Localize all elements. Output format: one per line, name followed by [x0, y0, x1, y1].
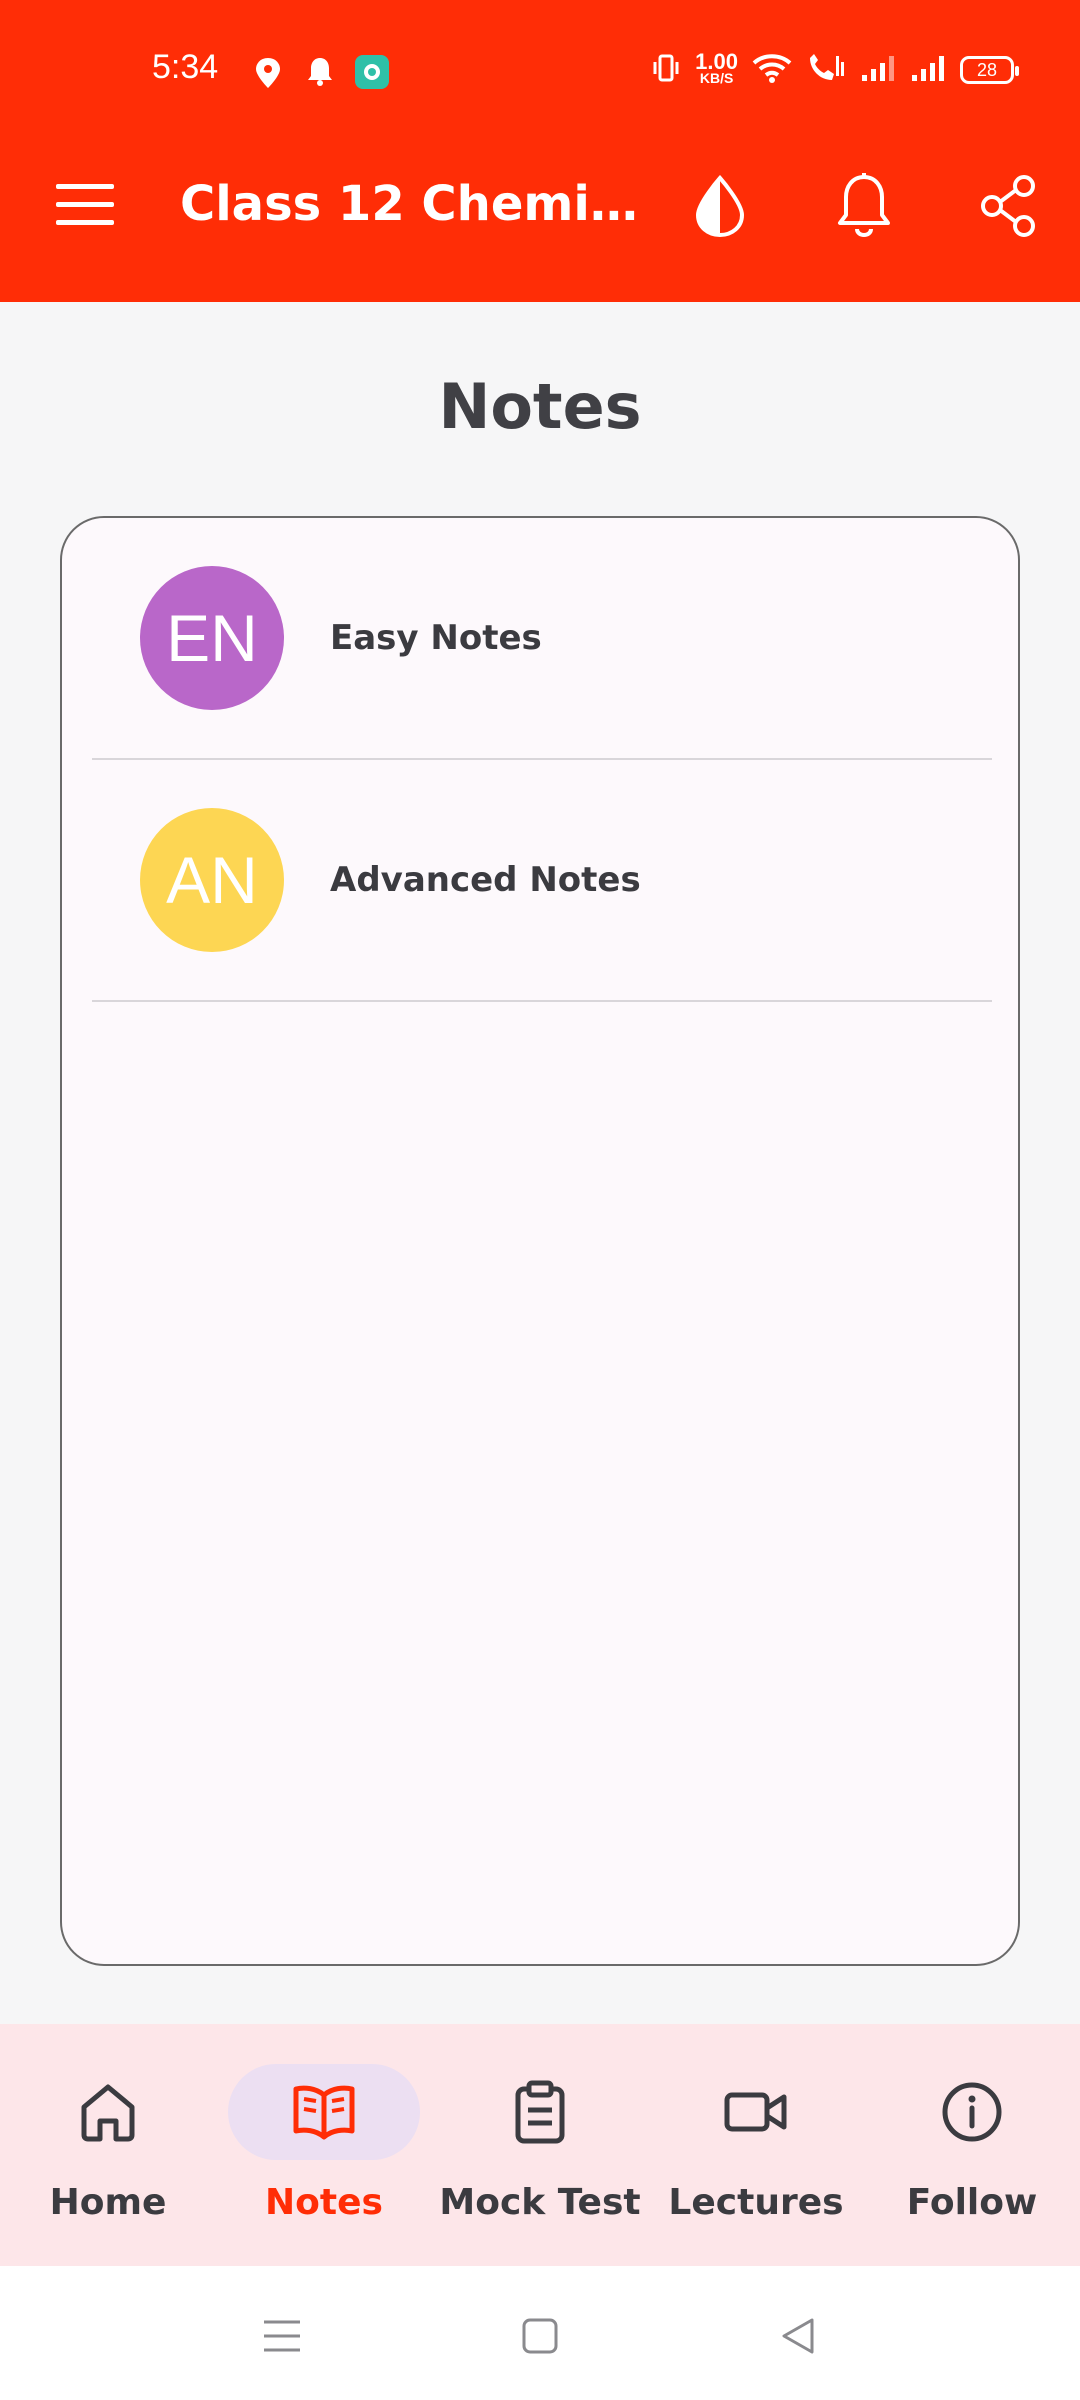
video-icon	[648, 2076, 864, 2148]
bottom-navigation: Home Notes Mock Test Lectures Follow	[0, 2024, 1080, 2266]
call-signal-icon	[806, 52, 846, 88]
notes-card: EN Easy Notes AN Advanced Notes	[60, 516, 1020, 1966]
book-icon	[216, 2076, 432, 2148]
menu-icon	[56, 184, 114, 225]
app-notification-icon	[354, 54, 390, 94]
vibrate-icon	[651, 53, 681, 87]
nav-label: Lectures	[668, 2182, 844, 2223]
avatar: EN	[140, 566, 284, 710]
clipboard-icon	[432, 2076, 648, 2148]
share-icon	[981, 175, 1035, 237]
signal-strength-1-icon	[860, 53, 896, 87]
recent-apps-icon	[264, 2320, 300, 2352]
list-item-advanced-notes[interactable]: AN Advanced Notes	[92, 760, 992, 1002]
speed-unit: KB/S	[699, 70, 734, 86]
share-button[interactable]	[960, 158, 1056, 254]
contrast-icon	[695, 175, 745, 237]
square-icon	[522, 2318, 558, 2354]
wifi-icon	[752, 52, 792, 88]
list-item-easy-notes[interactable]: EN Easy Notes	[92, 518, 992, 760]
battery-indicator: 28	[960, 56, 1019, 84]
speed-value: 1.00	[695, 49, 738, 74]
nav-label: Home	[49, 2182, 167, 2223]
home-icon	[0, 2076, 216, 2148]
location-pin-icon	[254, 56, 282, 94]
theme-toggle-button[interactable]	[672, 158, 768, 254]
avatar: AN	[140, 808, 284, 952]
app-title: Class 12 Chemistr...	[180, 176, 640, 232]
status-bar: 5:34 1.00 KB/S 28	[0, 0, 1080, 100]
home-system-button[interactable]	[500, 2296, 580, 2376]
notifications-button[interactable]	[816, 158, 912, 254]
list-item-label: Advanced Notes	[330, 860, 641, 900]
info-icon	[864, 2076, 1080, 2148]
page-title: Notes	[438, 370, 642, 443]
app-bar: Class 12 Chemistr...	[0, 100, 1080, 302]
nav-label: Mock Test	[439, 2182, 641, 2223]
bell-icon	[838, 173, 890, 237]
status-time: 5:34	[152, 48, 219, 86]
nav-item-lectures[interactable]: Lectures	[648, 2024, 864, 2266]
nav-item-follow[interactable]: Follow	[864, 2024, 1080, 2266]
menu-button[interactable]	[40, 160, 130, 250]
signal-strength-2-icon	[910, 53, 946, 87]
status-right-group: 1.00 KB/S 28	[651, 49, 1019, 88]
network-speed: 1.00 KB/S	[695, 49, 738, 87]
nav-label: Follow	[906, 2182, 1038, 2223]
list-item-label: Easy Notes	[330, 618, 542, 658]
recent-apps-button[interactable]	[242, 2296, 322, 2376]
nav-label: Notes	[265, 2182, 383, 2223]
system-navigation-bar	[0, 2266, 1080, 2400]
back-button[interactable]	[758, 2296, 838, 2376]
nav-item-notes[interactable]: Notes	[216, 2024, 432, 2266]
nav-item-mock-test[interactable]: Mock Test	[432, 2024, 648, 2266]
back-triangle-icon	[782, 2318, 814, 2354]
nav-item-home[interactable]: Home	[0, 2024, 216, 2266]
notification-bell-icon	[306, 56, 334, 90]
